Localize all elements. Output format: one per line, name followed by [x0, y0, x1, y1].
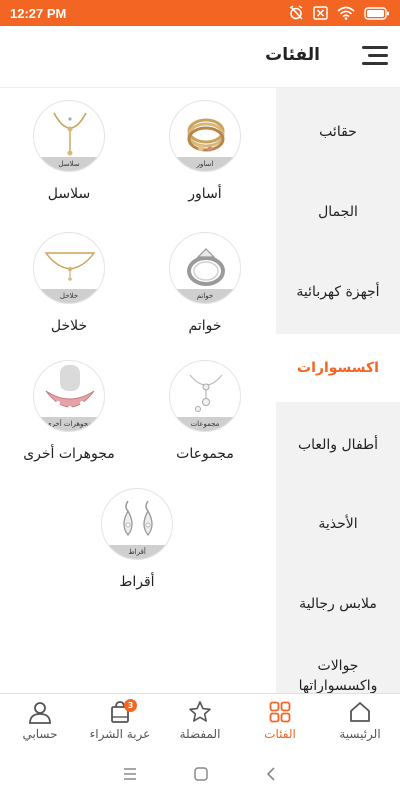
subcategory-image: سلاسل — [33, 100, 105, 172]
subcategory-bracelets[interactable]: اساور أساور — [150, 100, 260, 202]
subcategory-image: اساور — [169, 100, 241, 172]
recents-icon[interactable] — [122, 767, 138, 781]
subcategory-sets[interactable]: مجموعات مجموعات — [150, 360, 260, 462]
sidebar-item-electrical-appliances[interactable]: أجهزة كهربائية — [276, 250, 400, 334]
status-icons — [288, 5, 390, 21]
nav-favorites[interactable]: المفضلة — [160, 694, 240, 747]
sidebar-item-beauty[interactable]: الجمال — [276, 170, 400, 254]
sidebar-item-men-clothing[interactable]: ملابس رجالية — [276, 564, 400, 644]
subcategory-earrings[interactable]: أقراط أقراط — [82, 488, 192, 590]
status-time: 12:27 PM — [10, 5, 67, 21]
nav-categories[interactable]: الفئات — [240, 694, 320, 747]
sidebar-item-bags[interactable]: حقائب — [276, 88, 400, 176]
subcategory-label: خواتم — [188, 318, 222, 334]
subcategory-rings[interactable]: خواتم خواتم — [150, 232, 260, 334]
sidebar-item-label: جوالات واكسسواراتها — [298, 658, 378, 693]
subcategory-tag: مجموعات — [170, 417, 240, 431]
categories-grid-icon — [269, 701, 291, 723]
app-screen: 12:27 PM الفئات حقائب الجمال أجهزة كهربا… — [0, 0, 400, 800]
nav-label: الفئات — [264, 727, 296, 741]
sidebar-item-label: أجهزة كهربائية — [296, 284, 380, 300]
subcategory-tag: خلاخل — [34, 289, 104, 303]
star-icon — [189, 701, 211, 722]
subcategory-image: مجوهرات أخرى — [33, 360, 105, 432]
subcategory-label: أقراط — [119, 574, 155, 590]
wifi-icon — [337, 6, 355, 20]
user-icon — [29, 702, 51, 724]
bottom-navigation: حسابي 3 عربة الشراء المفضلة الفئات الرئي… — [0, 693, 400, 747]
subcategory-label: سلاسل — [47, 186, 91, 202]
subcategory-tag: مجوهرات أخرى — [34, 417, 104, 431]
subcategory-image: أقراط — [101, 488, 173, 560]
sidebar-item-label: اكسسوارات — [297, 360, 379, 376]
back-icon[interactable] — [264, 766, 278, 782]
subcategory-label: مجوهرات أخرى — [23, 446, 115, 462]
system-navigation-bar — [0, 747, 400, 800]
nav-home[interactable]: الرئيسية — [320, 694, 400, 747]
hamburger-menu-icon[interactable] — [360, 44, 388, 68]
sidebar-item-mobiles[interactable]: جوالات واكسسواراتها — [276, 656, 400, 693]
subcategory-tag: سلاسل — [34, 157, 104, 171]
subcategory-image: خواتم — [169, 232, 241, 304]
nav-cart[interactable]: 3 عربة الشراء — [80, 694, 160, 747]
subcategory-necklaces[interactable]: سلاسل سلاسل — [14, 100, 124, 202]
page-title: الفئات — [265, 45, 320, 65]
subcategory-label: خلاخل — [50, 318, 88, 334]
subcategory-anklets[interactable]: خلاخل خلاخل — [14, 232, 124, 334]
sidebar-item-label: ملابس رجالية — [299, 596, 377, 612]
close-box-icon — [313, 6, 328, 20]
nav-label: المفضلة — [179, 727, 221, 741]
subcategory-label: أساور — [188, 186, 222, 202]
nav-label: حسابي — [22, 727, 58, 741]
cart-badge: 3 — [124, 699, 137, 712]
nav-label: عربة الشراء — [89, 727, 151, 741]
sidebar-item-shoes[interactable]: الأحذية — [276, 484, 400, 564]
subcategory-tag: خواتم — [170, 289, 240, 303]
nav-account[interactable]: حسابي — [0, 694, 80, 747]
sidebar-item-kids-toys[interactable]: أطفال والعاب — [276, 406, 400, 484]
sidebar-item-label: الأحذية — [318, 516, 358, 532]
subcategory-label: مجموعات — [176, 446, 234, 462]
app-header: الفئات — [0, 26, 400, 88]
subcategory-image: مجموعات — [169, 360, 241, 432]
sidebar-item-label: أطفال والعاب — [297, 437, 379, 453]
category-sidebar[interactable]: حقائب الجمال أجهزة كهربائية اكسسوارات أط… — [276, 88, 400, 693]
alarm-off-icon — [288, 5, 304, 21]
subcategory-tag: أقراط — [102, 545, 172, 559]
nav-label: الرئيسية — [339, 727, 381, 741]
sidebar-item-label: الجمال — [318, 204, 358, 220]
sidebar-item-label: حقائب — [319, 124, 357, 140]
subcategory-grid: اساور أساور سلاسل سلاسل خواتم خواتم خلاخ… — [0, 88, 276, 693]
home-button-icon[interactable] — [193, 766, 209, 782]
battery-icon — [364, 6, 390, 20]
subcategory-tag: اساور — [170, 157, 240, 171]
status-bar: 12:27 PM — [0, 0, 400, 26]
subcategory-other-jewelry[interactable]: مجوهرات أخرى مجوهرات أخرى — [14, 360, 124, 462]
home-icon — [350, 702, 370, 722]
sidebar-item-accessories[interactable]: اكسسوارات — [276, 334, 400, 402]
subcategory-image: خلاخل — [33, 232, 105, 304]
